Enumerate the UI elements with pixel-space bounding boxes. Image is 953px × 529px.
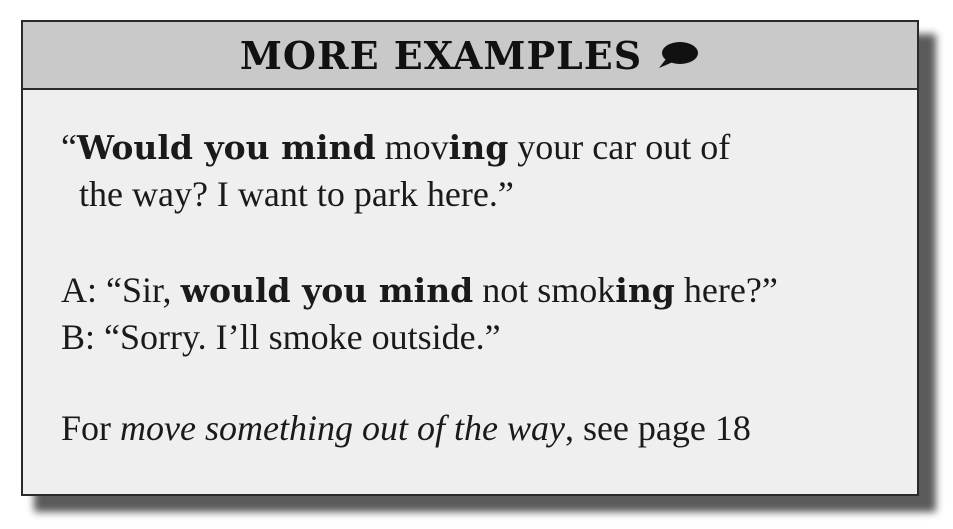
italic-phrase: move something out of the way — [120, 408, 565, 448]
open-quote: “ — [61, 127, 77, 167]
bold-phrase: would you mind — [180, 271, 474, 310]
example-1-line-1: “Would you mind moving your car out of — [61, 124, 730, 171]
text-fragment: mov — [375, 127, 449, 167]
text-fragment: A: “Sir, — [61, 270, 181, 310]
page-reference: For move something out of the way, see p… — [61, 405, 751, 451]
example-1-line-2: the way? I want to park here.” — [79, 174, 514, 214]
more-examples-card: MORE EXAMPLES “Would you mind moving you… — [21, 20, 919, 496]
card-title: MORE EXAMPLES — [239, 32, 643, 78]
text-fragment: , see page 18 — [564, 408, 751, 448]
example-2-dialogue: A: “Sir, would you mind not smoking here… — [61, 267, 778, 360]
bold-suffix: ing — [615, 271, 675, 310]
text-fragment: here?” — [674, 270, 778, 310]
dialogue-line-b: B: “Sorry. I’ll smoke outside.” — [61, 317, 501, 357]
dialogue-line-a: A: “Sir, would you mind not smoking here… — [61, 267, 778, 314]
text-fragment: not smok — [473, 270, 616, 310]
text-fragment: your car out of — [508, 127, 731, 167]
card-header: MORE EXAMPLES — [23, 22, 917, 90]
bold-suffix: ing — [448, 128, 509, 167]
bold-phrase: Would you mind — [76, 128, 376, 167]
example-1: “Would you mind moving your car out of t… — [61, 124, 730, 217]
text-fragment: For — [61, 408, 121, 448]
speech-bubble-icon — [656, 40, 700, 70]
